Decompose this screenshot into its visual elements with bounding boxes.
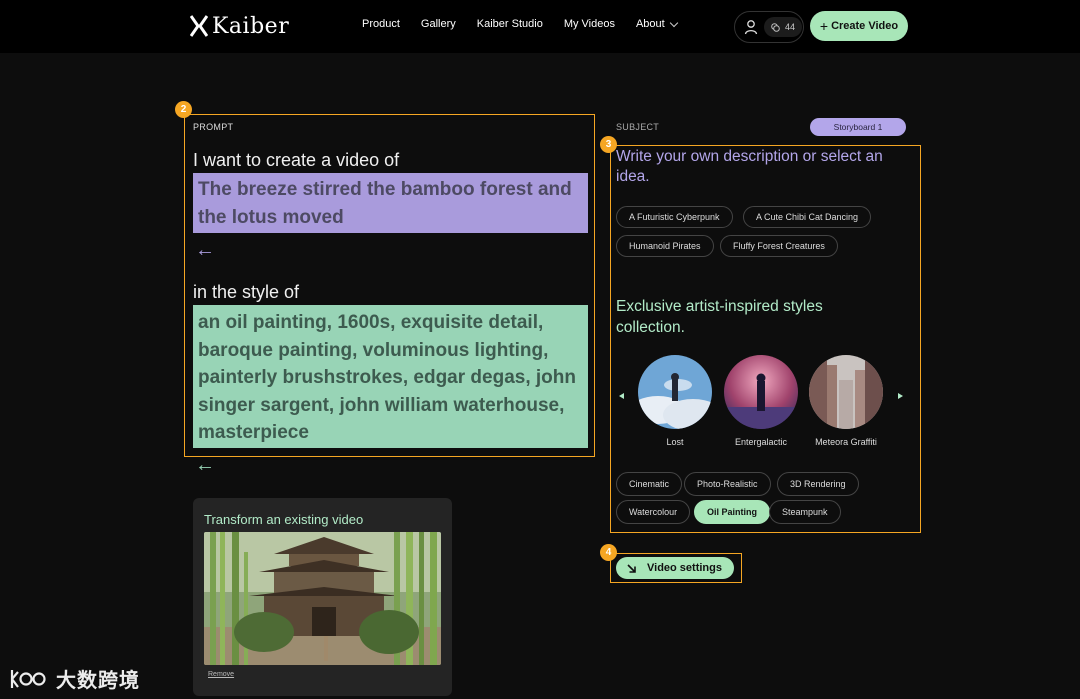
nav-link-my-videos[interactable]: My Videos (564, 18, 615, 30)
arrow-left-icon[interactable]: ← (195, 455, 215, 475)
style-caption: Meteora Graffiti (815, 437, 877, 447)
style-caption: Lost (666, 437, 684, 447)
video-settings-button[interactable]: Video settings (616, 557, 734, 579)
create-video-label: Create Video (831, 20, 899, 32)
credits-badge: 44 (764, 17, 803, 37)
user-icon (744, 20, 758, 35)
top-nav: Kaiber Product Gallery Kaiber Studio My … (0, 0, 1080, 53)
annotation-badge-4: 4 (600, 544, 617, 561)
idea-chip[interactable]: A Futuristic Cyberpunk (616, 206, 733, 228)
style-prompt-text[interactable]: an oil painting, 1600s, exquisite detail… (193, 305, 588, 448)
subject-prompt-text[interactable]: The breeze stirred the bamboo forest and… (193, 173, 588, 233)
arrow-down-right-icon (627, 563, 636, 573)
idea-chip[interactable]: Fluffy Forest Creatures (720, 235, 838, 257)
video-settings-label: Video settings (647, 562, 722, 574)
video-thumbnail[interactable] (204, 532, 441, 665)
watermark-logo-icon (10, 669, 46, 688)
style-tag-chip[interactable]: Cinematic (616, 472, 683, 496)
account-menu[interactable]: 44 (734, 11, 804, 43)
styles-heading: Exclusive artist-inspired styles collect… (616, 298, 823, 336)
carousel-next-icon[interactable] (898, 393, 903, 399)
carousel-prev-icon[interactable] (619, 393, 624, 399)
nav-about-label: About (635, 18, 665, 30)
nav-links: Product Gallery Kaiber Studio My Videos … (362, 18, 678, 30)
nav-link-about[interactable]: About (635, 18, 678, 30)
nav-link-gallery[interactable]: Gallery (421, 18, 456, 30)
prompt-label: PROMPT (193, 122, 234, 132)
style-thumb-lost[interactable] (638, 355, 712, 429)
prompt-lead-text: I want to create a video of (193, 150, 400, 170)
transform-title: Transform an existing video (204, 512, 364, 527)
style-tag-chip[interactable]: 3D Rendering (777, 472, 859, 496)
style-tag-chip-selected[interactable]: Oil Painting (694, 500, 771, 524)
brand-logo[interactable]: Kaiber (190, 12, 289, 40)
style-lead-text: in the style of (193, 282, 300, 302)
nav-link-product[interactable]: Product (362, 18, 400, 30)
coins-icon (771, 22, 780, 32)
remove-video-link[interactable]: Remove (208, 671, 234, 678)
style-tag-chip[interactable]: Steampunk (769, 500, 841, 524)
create-video-button[interactable]: + Create Video (810, 11, 908, 41)
plus-icon: + (819, 18, 829, 34)
idea-chip[interactable]: Humanoid Pirates (616, 235, 714, 257)
style-thumb-meteora-graffiti[interactable] (809, 355, 883, 429)
brand-name: Kaiber (212, 13, 290, 39)
nav-link-kaiber-studio[interactable]: Kaiber Studio (477, 18, 543, 30)
transform-video-panel: Transform an existing video Remove (193, 498, 452, 696)
idea-chip[interactable]: A Cute Chibi Cat Dancing (743, 206, 872, 228)
style-tag-chip[interactable]: Photo-Realistic (684, 472, 771, 496)
annotation-badge-3: 3 (600, 136, 617, 153)
watermark-text: 大数跨境 (56, 668, 140, 692)
credits-count: 44 (785, 22, 796, 32)
subject-label: SUBJECT (616, 122, 660, 132)
storyboard-button[interactable]: Storyboard 1 (810, 118, 906, 136)
annotation-badge-2: 2 (175, 101, 192, 118)
style-tag-chip[interactable]: Watercolour (616, 500, 691, 524)
kaiber-logo-icon (190, 15, 208, 37)
subject-description[interactable]: Write your own description or select an … (616, 147, 916, 187)
style-thumb-entergalactic[interactable] (724, 355, 798, 429)
watermark: 大数跨境 (10, 664, 140, 693)
chevron-down-icon (669, 18, 678, 27)
arrow-left-icon[interactable]: ← (195, 240, 215, 260)
